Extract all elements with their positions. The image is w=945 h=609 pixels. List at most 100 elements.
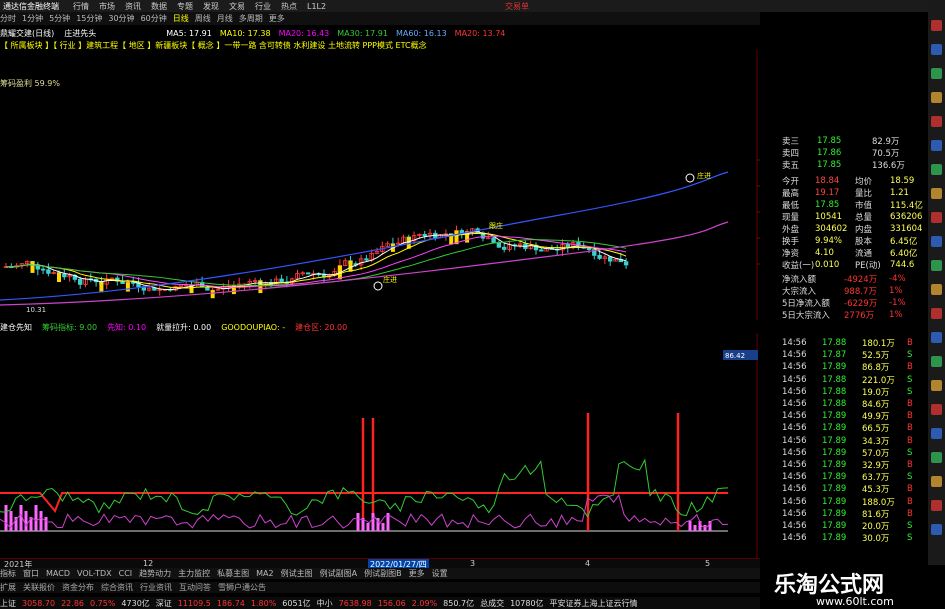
menu-item[interactable]: L1L2 [307, 2, 326, 11]
cell: 17.89 [822, 508, 847, 519]
menu-item[interactable]: 专题 [177, 1, 193, 12]
candle-body [40, 268, 46, 271]
info-tab[interactable]: 扩展 [0, 582, 16, 593]
menu-bar: 通达信金融终端 行情 市场 资讯 数据 专题 发现 文易 行业 热点 L1L2 … [0, 0, 945, 12]
tick-row: 14:56 17.89 57.0万 S [782, 447, 937, 459]
period-tab[interactable]: 60分钟 [141, 13, 167, 24]
indicator-tab[interactable]: MACD [46, 569, 70, 578]
toolbar-icon [931, 452, 942, 463]
status-item: 850.7亿 [443, 598, 475, 608]
status-item: 深证 [155, 598, 172, 608]
status-item: 0.75% [90, 598, 116, 608]
kline-chart[interactable]: 10.31庄进跟庄庄进 [0, 50, 760, 320]
ma-value: MA10: 17.38 [219, 29, 271, 38]
cell: 14:56 [782, 484, 807, 495]
cell: -1% [889, 298, 906, 308]
info-tab[interactable]: 关联报价 [23, 582, 55, 593]
menu-item[interactable]: 行情 [73, 1, 89, 12]
cell: S [907, 350, 913, 361]
indicator-tab[interactable]: 趋势动力 [139, 568, 171, 579]
menu-item[interactable]: 发现 [203, 1, 219, 12]
menu-item[interactable]: 文易 [229, 1, 245, 12]
cell: 17.88 [822, 399, 847, 409]
indicator-tab[interactable]: CCI [119, 569, 133, 578]
indicator-tab[interactable]: 例试副图B [364, 568, 402, 579]
order-book-row: 卖四 17.86 70.5万 [782, 147, 937, 159]
indicator-tab[interactable]: 例试副图A [320, 568, 357, 579]
indicator-tab[interactable]: 窗口 [23, 568, 39, 579]
period-tab[interactable]: 月线 [217, 13, 233, 24]
cell: 10541 [815, 212, 843, 222]
ma-line [5, 235, 627, 288]
cell: 45.3万 [862, 485, 890, 496]
info-tab[interactable]: 资金分布 [62, 582, 94, 593]
cell: B [907, 423, 913, 434]
toolbar-icon [931, 44, 942, 55]
flow-row: 5日净流入额 -6229万 -1% [782, 297, 937, 309]
status-item: 11109.5 [177, 598, 211, 608]
cell: 84.6万 [862, 400, 890, 410]
trade-button[interactable]: 交易单 [505, 1, 529, 12]
indicator-tab[interactable]: 私募主图 [217, 568, 249, 579]
period-tab[interactable]: 更多 [269, 13, 285, 24]
indicator-tab[interactable]: VOL-TDX [77, 569, 112, 578]
status-item: 156.06 [377, 598, 406, 608]
cell: 17.89 [822, 447, 847, 458]
zhuang-label-2: 庄进 [697, 171, 711, 180]
indicator-tab[interactable]: 更多 [409, 568, 425, 579]
cell: 5日大宗流入 [782, 311, 830, 321]
period-tab[interactable]: 分时 [0, 13, 16, 24]
cell: 内盘 [855, 225, 873, 235]
status-item: 2.09% [411, 598, 438, 608]
indicator-tab[interactable]: 设置 [432, 568, 448, 579]
status-item: 7638.98 [338, 598, 372, 608]
cell: 现量 [782, 213, 800, 223]
cell: 最高 [782, 189, 800, 199]
gen-zhuang-label: 跟庄 [489, 221, 503, 230]
info-tab[interactable]: 行业资讯 [140, 582, 172, 593]
period-tab[interactable]: 30分钟 [108, 13, 134, 24]
period-tab-active[interactable]: 日线 [173, 13, 189, 24]
period-tab[interactable]: 多周期 [239, 13, 263, 24]
period-tab[interactable]: 5分钟 [49, 13, 70, 24]
period-tab[interactable]: 15分钟 [76, 13, 102, 24]
cell: 外盘 [782, 225, 800, 235]
signal-bar [99, 281, 104, 293]
app-title: 通达信金融终端 [3, 1, 59, 11]
menu-item[interactable]: 市场 [99, 1, 115, 12]
sub-indicator-name[interactable]: 建仓先知 [0, 322, 32, 333]
period-tab[interactable]: 1分钟 [22, 13, 43, 24]
indicator-tab[interactable]: MA2 [256, 569, 273, 578]
indicator-tab[interactable]: 指标 [0, 568, 16, 579]
indicator-tab[interactable]: 主力监控 [178, 568, 210, 579]
info-tab[interactable]: 雪狮户通公告 [218, 582, 266, 593]
ma-value: MA60: 16.13 [395, 29, 447, 38]
cell: 17.89 [822, 496, 847, 507]
menu-item[interactable]: 数据 [151, 1, 167, 12]
flow-row: 5日大宗流入 2776万 1% [782, 309, 937, 321]
cell: 卖三 [782, 137, 800, 147]
cell: 17.85 [817, 160, 842, 170]
chart-header: 鼎耀交建(日线) 庄进先头 MA5: 17.91 MA10: 17.38 MA20:… [0, 28, 760, 39]
info-tab[interactable]: 互动问答 [179, 582, 211, 593]
tick-row: 14:56 17.88 19.0万 S [782, 386, 937, 398]
candle-body [496, 242, 502, 248]
cell: 4.10 [815, 248, 834, 258]
zhuang-marker [373, 281, 383, 291]
cell: 66.5万 [862, 424, 890, 435]
cell: 净流入额 [782, 275, 817, 285]
cell: 14:56 [782, 350, 807, 361]
main-indicator-name[interactable]: 庄进先头 [64, 28, 96, 39]
menu-item[interactable]: 资讯 [125, 1, 141, 12]
stat-row: 今开 18.84 均价 18.59 [782, 175, 937, 187]
info-tab[interactable]: 综合资讯 [101, 582, 133, 593]
ma-list: MA5: 17.91 MA10: 17.38 MA20: 16.43 MA30: 17… [166, 29, 513, 38]
indicator-chart[interactable]: 86.42 [0, 333, 760, 558]
flow-row: 净流入额 -4924万 -4% [782, 273, 937, 285]
menu-item[interactable]: 行业 [255, 1, 271, 12]
menu-item[interactable]: 热点 [281, 1, 297, 12]
indicator-tab[interactable]: 例试主图 [281, 568, 313, 579]
indicator-value: 筹码指标: 9.00 [42, 323, 98, 332]
period-tab[interactable]: 周线 [195, 13, 211, 24]
cell: 14:56 [782, 435, 807, 446]
